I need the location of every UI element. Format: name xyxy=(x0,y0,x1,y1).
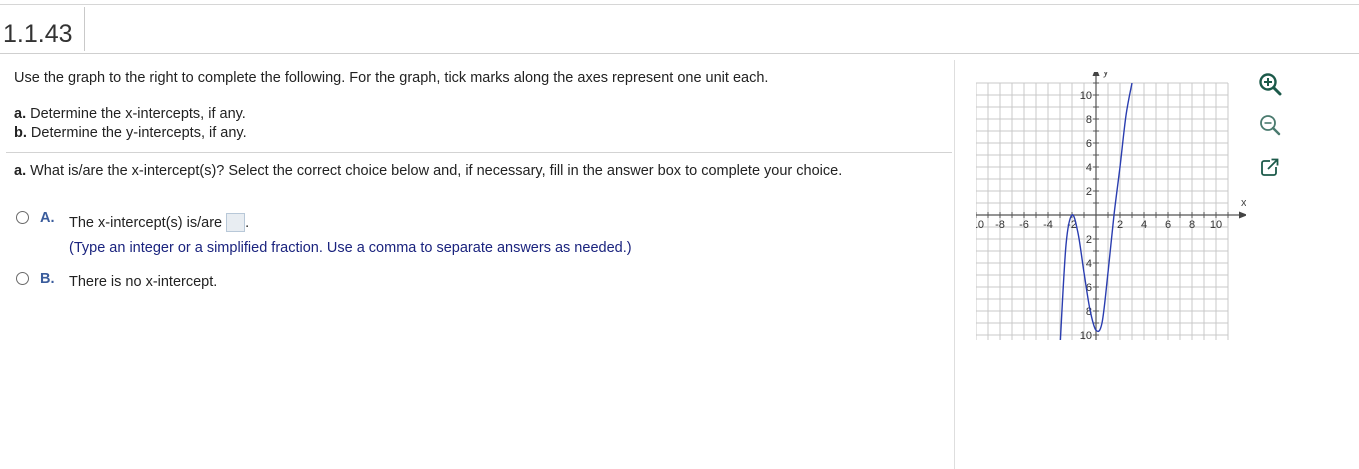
y-tick-label: 10 xyxy=(1080,330,1092,340)
zoom-in-button[interactable] xyxy=(1258,72,1282,96)
y-axis-arrow xyxy=(1092,72,1100,76)
choice-b-letter: B. xyxy=(40,271,55,287)
question-pane: Use the graph to the right to complete t… xyxy=(0,54,954,469)
y-tick-label: 6 xyxy=(1086,138,1092,150)
y-tick-label: 10 xyxy=(1080,90,1092,102)
question: a. What is/are the x-intercept(s)? Selec… xyxy=(14,163,842,179)
x-intercept-answer-box[interactable] xyxy=(226,213,246,232)
zoom-out-icon xyxy=(1260,115,1281,136)
zoom-out-button[interactable] xyxy=(1258,113,1282,137)
top-rule xyxy=(0,4,1359,5)
choice-a-letter: A. xyxy=(40,210,55,226)
y-tick-label: 8 xyxy=(1086,114,1092,126)
part-b-label: b. xyxy=(14,125,27,141)
x-axis-arrow xyxy=(1239,211,1246,219)
x-tick-label: -10 xyxy=(976,219,984,231)
choice-b-text: There is no x-intercept. xyxy=(69,274,218,290)
choice-b-radio[interactable] xyxy=(16,272,29,285)
x-tick-label: 10 xyxy=(1210,219,1222,231)
choice-a-text-row: The x-intercept(s) is/are. xyxy=(69,213,249,232)
part-a-text: Determine the x-intercepts, if any. xyxy=(30,106,246,122)
y-tick-label: 2 xyxy=(1086,234,1092,246)
part-b-instruction: b. Determine the y-intercepts, if any. xyxy=(14,125,247,141)
problem-number-box: 1.1.43 xyxy=(0,7,85,51)
choice-a-period: . xyxy=(245,215,250,231)
x-axis-label: x xyxy=(1241,197,1246,209)
choice-a-text: The x-intercept(s) is/are xyxy=(69,215,223,231)
part-a-label: a. xyxy=(14,106,27,122)
zoom-in-icon xyxy=(1259,73,1282,96)
x-tick-label: -4 xyxy=(1043,219,1053,231)
question-text: What is/are the x-intercept(s)? Select t… xyxy=(30,163,843,179)
y-tick-label: 4 xyxy=(1086,258,1092,270)
y-axis-label: y xyxy=(1103,72,1109,78)
x-tick-label: -8 xyxy=(995,219,1005,231)
part-a-instruction: a. Determine the x-intercepts, if any. xyxy=(14,106,246,122)
part-b-text: Determine the y-intercepts, if any. xyxy=(30,125,247,141)
y-tick-label: 2 xyxy=(1086,186,1092,198)
section-rule xyxy=(6,152,952,153)
choice-a-radio[interactable] xyxy=(16,211,29,224)
popout-button[interactable] xyxy=(1259,156,1283,180)
x-tick-label: 6 xyxy=(1165,219,1171,231)
x-tick-label: -6 xyxy=(1019,219,1029,231)
x-tick-label: 4 xyxy=(1141,219,1147,231)
choice-a-hint: (Type an integer or a simplified fractio… xyxy=(69,240,632,256)
instructions-intro: Use the graph to the right to complete t… xyxy=(14,70,769,86)
problem-number: 1.1.43 xyxy=(3,20,73,48)
x-tick-label: 8 xyxy=(1189,219,1195,231)
function-graph: -10-8-6-4-2246810108642246810xy xyxy=(976,72,1246,340)
y-tick-label: 4 xyxy=(1086,162,1092,174)
question-label: a. xyxy=(14,163,27,179)
pane-divider xyxy=(954,60,955,469)
popout-icon xyxy=(1261,158,1279,176)
x-tick-label: 2 xyxy=(1117,219,1123,231)
